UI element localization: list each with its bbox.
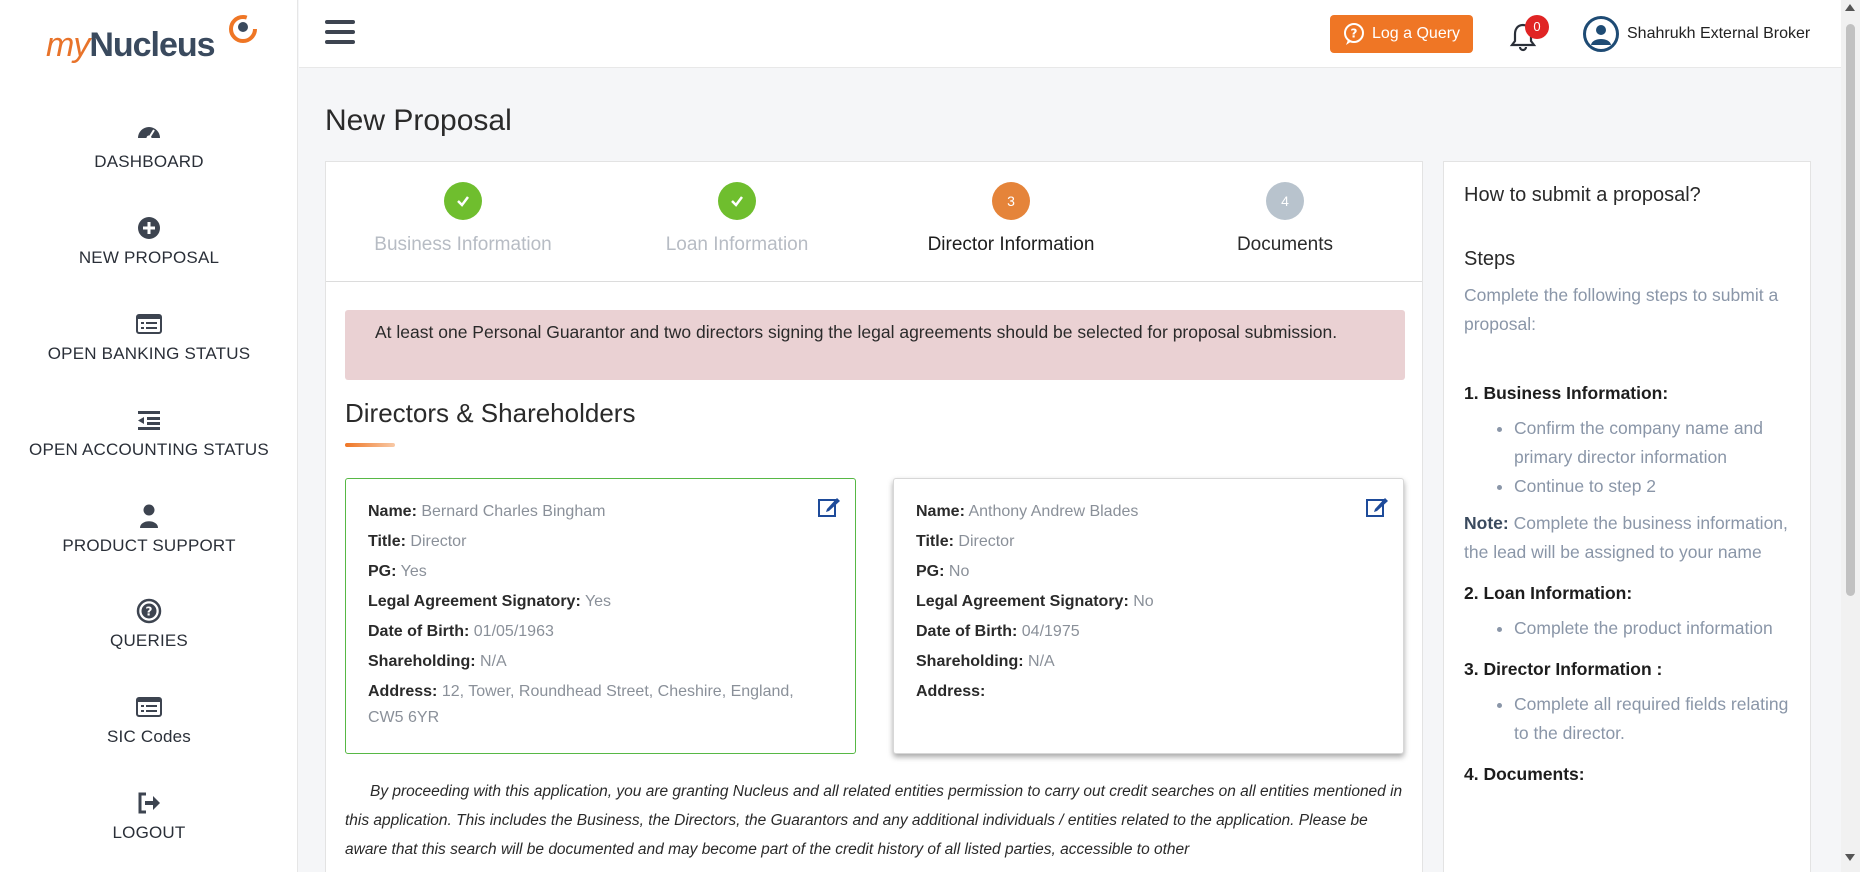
director-title: Title: Director xyxy=(916,533,1015,550)
step-business-information[interactable]: Business Information xyxy=(326,182,600,256)
svg-text:?: ? xyxy=(146,605,153,619)
sidebar-item-label: LOGOUT xyxy=(112,823,186,842)
step-label: Business Information xyxy=(374,234,552,255)
svg-text:?: ? xyxy=(1351,27,1358,41)
director-pg: PG: No xyxy=(916,563,970,580)
proposal-stepper: Business Information Loan Information 3 … xyxy=(326,162,1422,282)
sidebar-item-queries[interactable]: ? QUERIES xyxy=(0,597,298,693)
step-number: 3 xyxy=(992,182,1030,220)
step-label: Documents xyxy=(1236,234,1334,255)
step-label: Director Information xyxy=(927,234,1095,255)
sidebar-item-product-support[interactable]: PRODUCT SUPPORT xyxy=(0,502,298,598)
sidebar-item-label: OPEN ACCOUNTING STATUS xyxy=(29,440,269,459)
question-circle-icon: ? xyxy=(136,598,162,624)
help-step-heading: 3. Director Information : xyxy=(1464,659,1663,679)
help-intro: Complete the following steps to submit a… xyxy=(1464,285,1779,334)
user-icon xyxy=(140,504,158,528)
step-number: 4 xyxy=(1266,182,1304,220)
help-step-list: Confirm the company name and primary dir… xyxy=(1464,414,1794,501)
page-title: New Proposal xyxy=(325,104,512,137)
help-step-list: Complete all required fields relating to… xyxy=(1464,690,1794,748)
sidebar-item-dashboard[interactable]: DASHBOARD xyxy=(0,118,298,214)
list-item: Complete the product information xyxy=(1514,614,1794,643)
mynucleus-logo[interactable]: myNucleus xyxy=(46,12,266,72)
list-item: Confirm the company name and primary dir… xyxy=(1514,414,1794,472)
sidebar-item-label: OPEN BANKING STATUS xyxy=(47,344,251,363)
director-signatory: Legal Agreement Signatory: Yes xyxy=(368,593,612,610)
dashboard-icon xyxy=(138,127,160,141)
sidebar-item-label: PRODUCT SUPPORT xyxy=(62,536,236,555)
help-step-heading: 1. Business Information: xyxy=(1464,383,1669,403)
topbar: ? Log a Query 0 Shahrukh External Broker xyxy=(299,0,1841,68)
sidebar-item-open-accounting-status[interactable]: OPEN ACCOUNTING STATUS xyxy=(0,406,298,502)
outdent-icon xyxy=(138,411,160,430)
list-icon xyxy=(136,314,162,334)
section-title: Directors & Shareholders xyxy=(345,398,636,428)
question-bubble-icon: ? xyxy=(1344,23,1364,45)
scroll-up-arrow-icon[interactable] xyxy=(1845,4,1855,11)
sidebar-item-sic-codes[interactable]: SIC Codes xyxy=(0,693,298,789)
director-pg: PG: Yes xyxy=(368,563,427,580)
step-label: Loan Information xyxy=(665,234,809,255)
scroll-down-arrow-icon[interactable] xyxy=(1845,854,1855,861)
scrollbar-thumb[interactable] xyxy=(1846,24,1855,596)
step-documents[interactable]: 4 Documents xyxy=(1148,182,1422,256)
avatar xyxy=(1583,16,1619,52)
help-step-list: Complete the product information xyxy=(1464,614,1794,643)
director-dob: Date of Birth: 01/05/1963 xyxy=(368,623,554,640)
help-body: 1. Business Information: Confirm the com… xyxy=(1464,367,1794,789)
section-underline xyxy=(345,443,395,447)
plus-circle-icon xyxy=(138,217,160,239)
edit-icon[interactable] xyxy=(817,495,841,519)
director-address: Address: 12, Tower, Roundhead Street, Ch… xyxy=(368,683,794,726)
sidebar-item-label: DASHBOARD xyxy=(94,152,204,171)
hamburger-menu-icon[interactable] xyxy=(325,20,355,48)
help-note: Note: Complete the business information,… xyxy=(1464,513,1788,562)
sidebar-item-logout[interactable]: LOGOUT xyxy=(0,789,298,872)
director-title: Title: Director xyxy=(368,533,467,550)
edit-icon[interactable] xyxy=(1365,495,1389,519)
credit-search-disclaimer: By proceeding with this application, you… xyxy=(345,783,1403,858)
director-address: Address: xyxy=(916,683,986,700)
help-step-heading: 4. Documents: xyxy=(1464,764,1585,784)
logo-text-nucleus: Nucleus xyxy=(89,26,215,64)
director-dob: Date of Birth: 04/1975 xyxy=(916,623,1080,640)
director-card[interactable]: Name: Anthony Andrew Blades Title: Direc… xyxy=(893,478,1404,754)
help-step-heading: 2. Loan Information: xyxy=(1464,583,1633,603)
logo-ring-icon xyxy=(229,15,257,43)
list-icon xyxy=(136,697,162,717)
director-shareholding: Shareholding: N/A xyxy=(368,653,507,670)
sidebar-item-label: QUERIES xyxy=(110,631,188,650)
list-item: Continue to step 2 xyxy=(1514,472,1794,501)
page-scrollbar[interactable] xyxy=(1841,0,1860,872)
user-name: Shahrukh External Broker xyxy=(1627,25,1811,42)
sidebar-item-open-banking-status[interactable]: OPEN BANKING STATUS xyxy=(0,310,298,406)
list-item: Complete all required fields relating to… xyxy=(1514,690,1794,748)
director-name: Name: Bernard Charles Bingham xyxy=(368,503,606,520)
help-steps-heading: Steps xyxy=(1464,248,1516,270)
sidebar-item-label: NEW PROPOSAL xyxy=(78,248,220,267)
sidebar-item-new-proposal[interactable]: NEW PROPOSAL xyxy=(0,214,298,310)
check-icon xyxy=(718,182,756,220)
log-query-button[interactable]: ? Log a Query xyxy=(1330,15,1473,53)
director-name: Name: Anthony Andrew Blades xyxy=(916,503,1139,520)
sidebar-item-label: SIC Codes xyxy=(106,727,191,746)
validation-alert: At least one Personal Guarantor and two … xyxy=(345,310,1405,380)
director-shareholding: Shareholding: N/A xyxy=(916,653,1055,670)
step-director-information[interactable]: 3 Director Information xyxy=(874,182,1148,256)
step-loan-information[interactable]: Loan Information xyxy=(600,182,874,256)
sidebar: myNucleus DASHBOARD NEW PROPOSAL OPEN BA… xyxy=(0,0,298,872)
proposal-card: Business Information Loan Information 3 … xyxy=(325,161,1423,872)
logo-text-my: my xyxy=(46,26,90,64)
logout-icon xyxy=(138,792,160,814)
check-icon xyxy=(444,182,482,220)
log-query-label: Log a Query xyxy=(1372,25,1461,42)
help-panel: How to submit a proposal? Steps Complete… xyxy=(1443,161,1811,872)
user-avatar-icon xyxy=(1586,19,1616,49)
user-menu[interactable]: Shahrukh External Broker xyxy=(1583,14,1810,54)
help-title: How to submit a proposal? xyxy=(1464,184,1701,206)
director-card[interactable]: Name: Bernard Charles Bingham Title: Dir… xyxy=(345,478,856,754)
director-signatory: Legal Agreement Signatory: No xyxy=(916,593,1154,610)
notification-badge: 0 xyxy=(1525,15,1549,39)
